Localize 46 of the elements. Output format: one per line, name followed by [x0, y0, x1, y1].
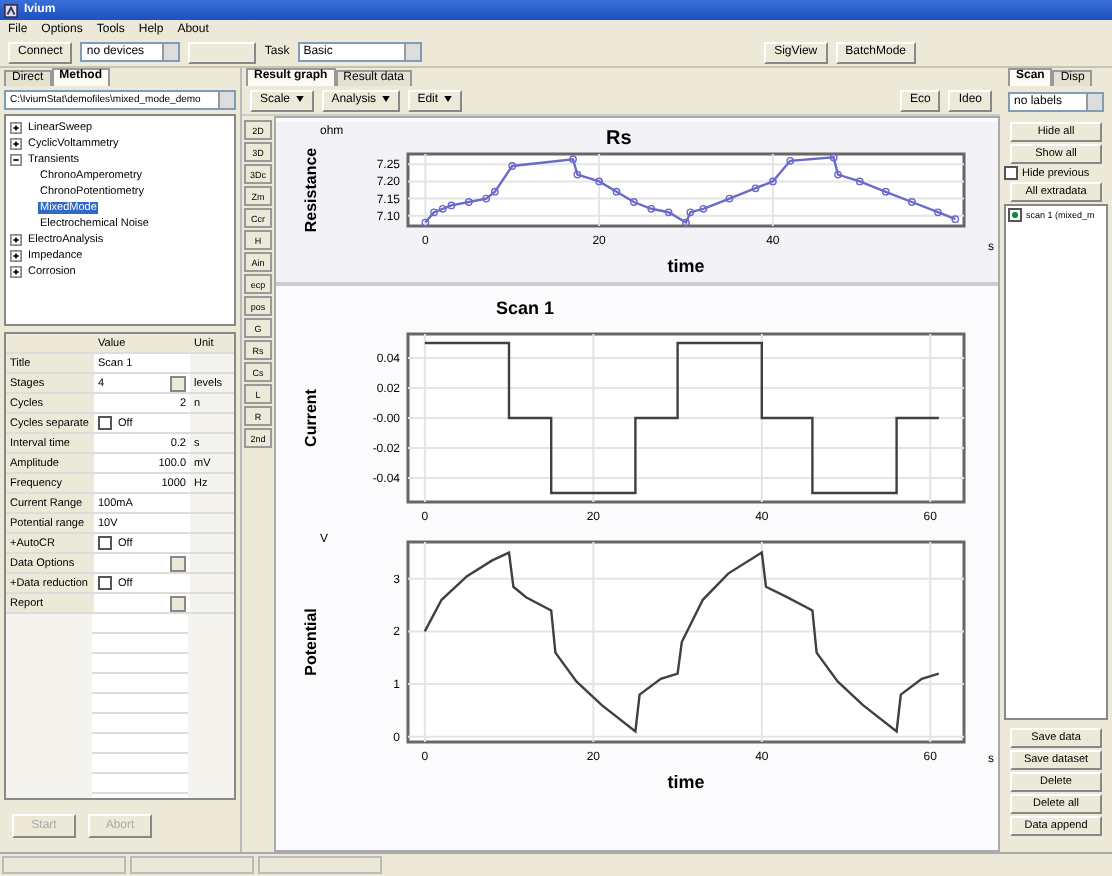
data-point	[508, 162, 517, 170]
axis-title: time	[667, 256, 705, 276]
ellipsis-button[interactable]	[170, 595, 186, 611]
data-point	[629, 198, 638, 206]
data-point	[751, 184, 760, 193]
data-point	[725, 194, 734, 203]
expander-icon[interactable]	[10, 154, 22, 166]
data-point	[664, 208, 673, 217]
axis-title: Potential	[302, 608, 320, 676]
data-point	[612, 187, 621, 196]
data-point	[569, 155, 577, 164]
data-point	[907, 198, 916, 206]
chart-title: Scan 1	[494, 298, 557, 322]
data-point	[647, 204, 656, 213]
data-point	[881, 187, 890, 196]
data-point	[834, 170, 842, 179]
ellipsis-button[interactable]	[170, 375, 186, 391]
data-point	[573, 170, 582, 179]
checkbox[interactable]	[98, 536, 112, 550]
checkbox[interactable]	[98, 576, 112, 590]
data-point	[595, 177, 604, 186]
caret-icon	[381, 95, 390, 101]
axis-title: Resistance	[302, 147, 320, 233]
data-point	[855, 177, 864, 186]
expander-icon[interactable]	[10, 234, 22, 246]
expander-icon[interactable]	[10, 266, 22, 278]
data-point	[699, 204, 708, 213]
checkbox[interactable]	[1004, 166, 1018, 180]
expander-icon[interactable]	[10, 250, 22, 262]
axis-title: time	[667, 772, 705, 792]
data-point	[934, 208, 942, 217]
chart-title: Rs	[606, 128, 632, 150]
expander-icon[interactable]	[10, 122, 22, 134]
data-point	[829, 153, 838, 162]
data-point	[951, 215, 960, 224]
checkbox[interactable]	[1008, 208, 1022, 222]
caret-icon	[295, 95, 304, 101]
data-point	[464, 198, 473, 206]
data-point	[786, 156, 795, 165]
ellipsis-button[interactable]	[170, 555, 186, 571]
axis-title: Current	[302, 389, 320, 447]
caret-icon	[443, 95, 452, 101]
expander-icon[interactable]	[10, 138, 22, 150]
data-point	[768, 177, 777, 186]
app-icon	[4, 3, 18, 17]
checkbox[interactable]	[98, 416, 112, 430]
